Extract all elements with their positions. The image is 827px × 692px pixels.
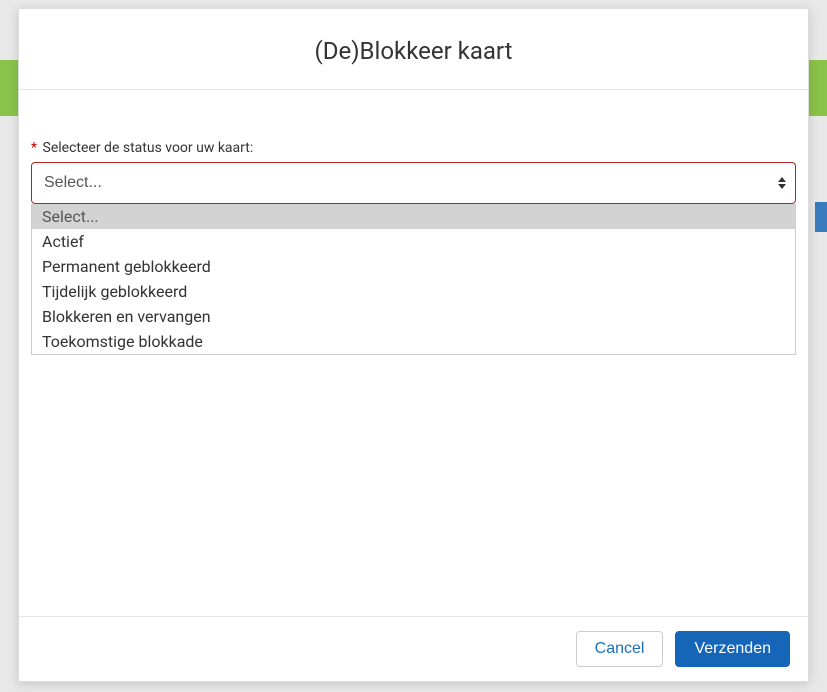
dropdown-option-actief[interactable]: Actief [32,229,795,254]
status-select-value: Select... [44,174,102,192]
modal-body: * Selecteer de status voor uw kaart: Sel… [19,90,808,616]
dropdown-option-blokkeren-en-vervangen[interactable]: Blokkeren en vervangen [32,304,795,329]
status-label-text: Selecteer de status voor uw kaart: [43,140,254,156]
status-label: * Selecteer de status voor uw kaart: [31,140,796,156]
modal-footer: Cancel Verzenden [19,616,808,681]
cancel-button[interactable]: Cancel [576,631,664,667]
status-dropdown-list[interactable]: Select... Actief Permanent geblokkeerd T… [31,204,796,355]
status-select[interactable]: Select... [31,162,796,204]
background-blue-edge [815,202,827,232]
modal-dialog: (De)Blokkeer kaart * Selecteer de status… [18,8,809,682]
submit-button[interactable]: Verzenden [675,631,790,667]
dropdown-option-placeholder[interactable]: Select... [32,204,795,229]
dropdown-option-tijdelijk-geblokkeerd[interactable]: Tijdelijk geblokkeerd [32,279,795,304]
required-asterisk: * [31,140,37,156]
modal-title: (De)Blokkeer kaart [19,37,808,65]
dropdown-option-toekomstige-blokkade[interactable]: Toekomstige blokkade [32,329,795,354]
dropdown-option-permanent-geblokkeerd[interactable]: Permanent geblokkeerd [32,254,795,279]
modal-header: (De)Blokkeer kaart [19,9,808,90]
status-form-group: * Selecteer de status voor uw kaart: Sel… [25,140,802,204]
status-select-wrapper: Select... Select... Actief Permanent geb… [31,162,796,204]
